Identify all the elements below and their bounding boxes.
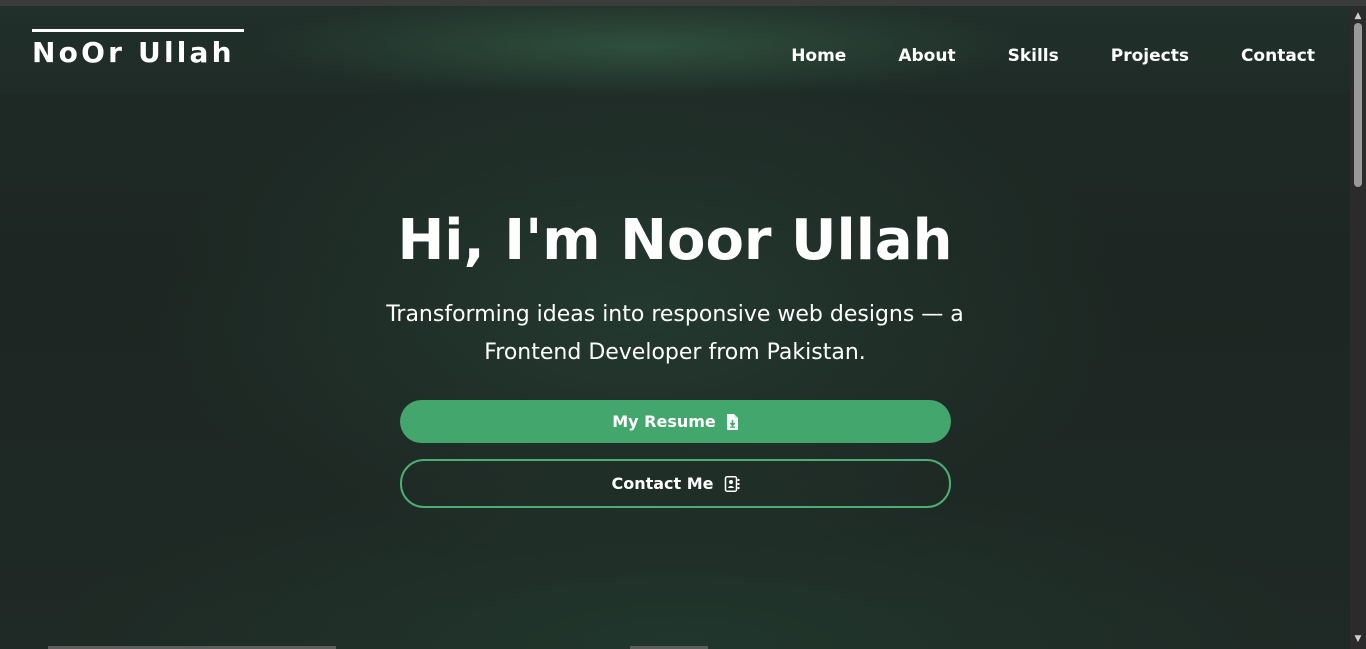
nav-link-projects[interactable]: Projects [1111,44,1189,68]
my-resume-button[interactable]: My Resume [400,400,951,443]
nav-link-skills[interactable]: Skills [1008,44,1059,68]
contact-me-label: Contact Me [611,474,714,493]
contact-book-icon [724,475,740,492]
contact-me-button[interactable]: Contact Me [400,459,951,508]
file-download-icon [726,413,739,430]
nav-links: Home About Skills Projects Contact [791,44,1315,68]
navbar: NoOr Ullah Home About Skills Projects Co… [0,6,1350,94]
my-resume-label: My Resume [612,412,716,431]
scroll-down-arrow-icon[interactable]: ▼ [1350,631,1366,647]
nav-link-about[interactable]: About [898,44,955,68]
vertical-scrollbar[interactable]: ▲ ▼ [1350,6,1366,649]
scrollbar-thumb[interactable] [1354,23,1362,187]
page: NoOr Ullah Home About Skills Projects Co… [0,6,1350,649]
site-logo[interactable]: NoOr Ullah [32,29,244,70]
hero-title: Hi, I'm Noor Ullah [397,208,953,273]
hero-subtitle: Transforming ideas into responsive web d… [386,302,964,365]
nav-link-contact[interactable]: Contact [1241,44,1315,68]
scroll-up-arrow-icon[interactable]: ▲ [1350,8,1366,24]
nav-link-home[interactable]: Home [791,44,846,68]
